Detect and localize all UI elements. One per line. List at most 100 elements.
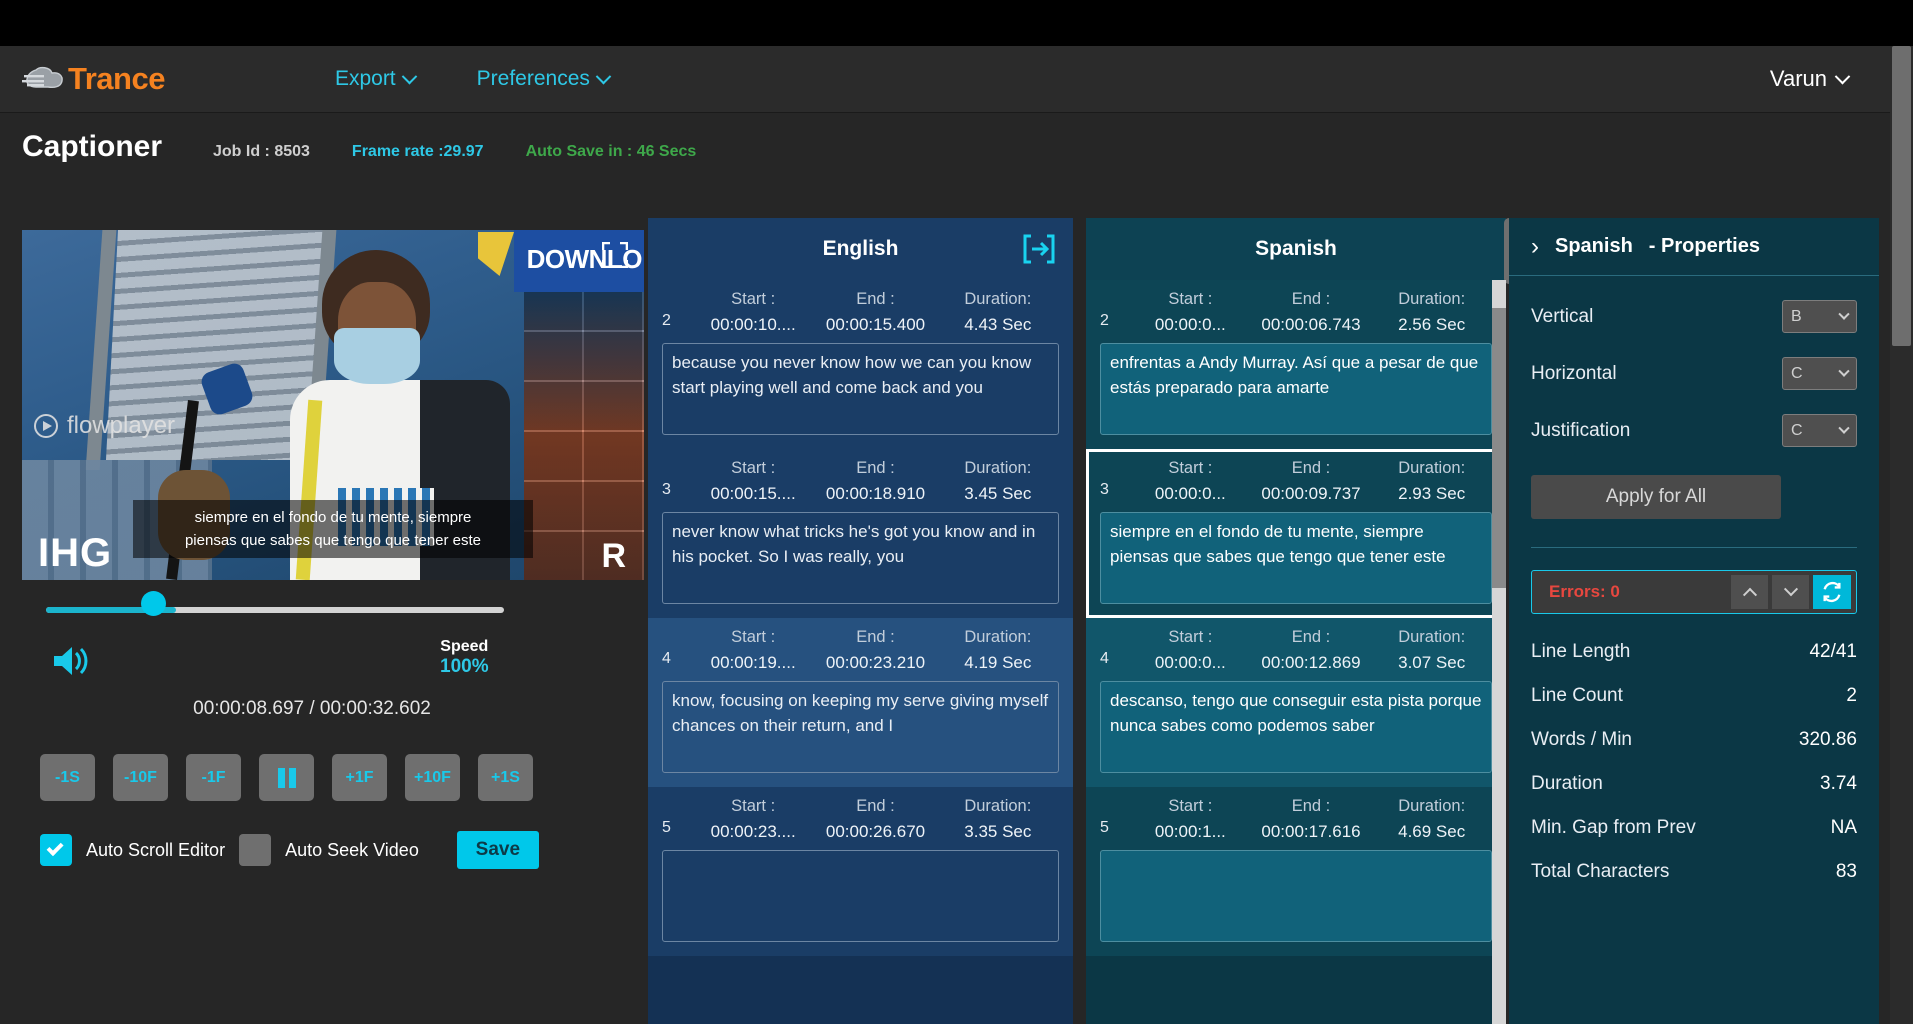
job-meta: Job Id : 8503 Frame rate :29.97 Auto Sav… [213, 143, 696, 161]
start-value[interactable]: 00:00:10.... [692, 315, 814, 335]
stat-row-words-per-min: Words / Min 320.86 [1531, 718, 1857, 762]
scrollbar-thumb[interactable] [1492, 308, 1506, 588]
spanish-caption-column: Spanish + 2 Start :00:00:0... End :00:00… [1086, 218, 1506, 1024]
save-button[interactable]: Save [457, 831, 539, 869]
auto-scroll-editor-label: Auto Scroll Editor [86, 840, 225, 861]
video-subtitle-overlay: siempre en el fondo de tu mente, siempre… [133, 500, 533, 559]
refresh-errors-button[interactable] [1813, 575, 1851, 609]
vertical-label: Vertical [1531, 306, 1593, 328]
property-row-vertical: Vertical B [1531, 300, 1857, 333]
caption-text-input[interactable]: siempre en el fondo de tu mente, siempre… [1100, 512, 1492, 604]
errors-panel: Errors: 0 [1531, 570, 1857, 614]
seek-back-10f-button[interactable]: -10F [113, 754, 168, 801]
caption-text-input[interactable]: descanso, tengo que conseguir esta pista… [1100, 681, 1492, 773]
page-scrollbar-thumb[interactable] [1892, 46, 1911, 346]
caption-row[interactable]: 2 Start :00:00:10.... End :00:00:15.400 … [648, 280, 1073, 449]
previous-error-button[interactable] [1731, 575, 1768, 609]
seek-bar[interactable] [22, 600, 644, 620]
horizontal-select[interactable]: C [1782, 357, 1857, 390]
video-subtitle-line-1: siempre en el fondo de tu mente, siempre [143, 506, 523, 529]
caption-text-input[interactable] [662, 850, 1059, 942]
user-menu[interactable]: Varun [1770, 66, 1848, 92]
caption-row[interactable]: 5 Start :00:00:1... End :00:00:17.616 Du… [1086, 787, 1506, 956]
justification-label: Justification [1531, 420, 1630, 442]
nav-preferences-menu[interactable]: Preferences [477, 67, 609, 91]
video-decor-screen [524, 292, 644, 580]
app-root: Trance Export Preferences Varun Captione… [0, 0, 1913, 1024]
start-value[interactable]: 00:00:0... [1130, 653, 1251, 673]
end-value[interactable]: 00:00:15.400 [814, 315, 936, 335]
seek-fwd-10f-button[interactable]: +10F [405, 754, 460, 801]
justification-select[interactable]: C [1782, 414, 1857, 447]
brand-logo[interactable]: Trance [22, 61, 165, 97]
spanish-caption-list[interactable]: 2 Start :00:00:0... End :00:00:06.743 Du… [1086, 280, 1506, 1024]
spanish-list-scrollbar[interactable] [1492, 280, 1506, 1024]
caption-row[interactable]: 3 Start :00:00:15.... End :00:00:18.910 … [648, 449, 1073, 618]
caption-text-input[interactable]: never know what tricks he's got you know… [662, 512, 1059, 604]
end-value[interactable]: 00:00:06.743 [1251, 315, 1372, 335]
nav-export-menu[interactable]: Export [335, 67, 415, 91]
auto-seek-video-checkbox[interactable] [239, 834, 271, 866]
caption-index: 3 [662, 459, 692, 499]
caption-index: 3 [1100, 459, 1130, 499]
video-player[interactable]: DOWNLO IHG R flowplayer [22, 230, 644, 580]
seek-back-1s-button[interactable]: -1S [40, 754, 95, 801]
end-value[interactable]: 00:00:12.869 [1251, 653, 1372, 673]
caption-text-input[interactable]: because you never know how we can you kn… [662, 343, 1059, 435]
duration-label: Duration: [1371, 797, 1492, 816]
stat-label: Line Length [1531, 641, 1630, 663]
seek-back-1f-button[interactable]: -1F [186, 754, 241, 801]
stat-row-duration: Duration 3.74 [1531, 762, 1857, 806]
vertical-select[interactable]: B [1782, 300, 1857, 333]
end-value[interactable]: 00:00:23.210 [814, 653, 936, 673]
start-value[interactable]: 00:00:15.... [692, 484, 814, 504]
export-arrow-icon[interactable] [1019, 230, 1059, 268]
end-value[interactable]: 00:00:18.910 [814, 484, 936, 504]
start-value[interactable]: 00:00:23.... [692, 822, 814, 842]
apply-for-all-button[interactable]: Apply for All [1531, 475, 1781, 519]
caption-row[interactable]: 4 Start :00:00:19.... End :00:00:23.210 … [648, 618, 1073, 787]
duration-label: Duration: [937, 797, 1059, 816]
playback-speed[interactable]: Speed 100% [440, 638, 489, 678]
caption-row-selected[interactable]: 3 Start :00:00:0... End :00:00:09.737 Du… [1086, 449, 1506, 618]
caption-text-input[interactable] [1100, 850, 1492, 942]
seek-fwd-1f-button[interactable]: +1F [332, 754, 387, 801]
volume-and-speed-row: Speed 100% [22, 642, 644, 688]
caption-row[interactable]: 5 Start :00:00:23.... End :00:00:26.670 … [648, 787, 1073, 956]
chevron-up-icon [1742, 588, 1756, 602]
seek-fwd-1s-button[interactable]: +1S [478, 754, 533, 801]
end-value[interactable]: 00:00:17.616 [1251, 822, 1372, 842]
sub-header: Captioner Job Id : 8503 Frame rate :29.9… [0, 113, 1890, 218]
end-label: End : [1251, 459, 1372, 478]
duration-value: 3.45 Sec [937, 484, 1059, 504]
errors-count: Errors: 0 [1537, 582, 1727, 602]
volume-icon[interactable] [50, 642, 90, 680]
start-value[interactable]: 00:00:0... [1130, 484, 1251, 504]
end-value[interactable]: 00:00:09.737 [1251, 484, 1372, 504]
start-value[interactable]: 00:00:1... [1130, 822, 1251, 842]
seek-handle[interactable] [141, 591, 166, 616]
pause-button[interactable] [259, 754, 314, 801]
time-display: 00:00:08.697 / 00:00:32.602 [22, 698, 602, 720]
caption-index: 5 [1100, 797, 1130, 837]
end-value[interactable]: 00:00:26.670 [814, 822, 936, 842]
next-error-button[interactable] [1772, 575, 1809, 609]
check-icon [46, 839, 63, 856]
fullscreen-icon[interactable] [602, 242, 628, 268]
auto-scroll-editor-checkbox[interactable] [40, 834, 72, 866]
caption-text-input[interactable]: enfrentas a Andy Murray. Así que a pesar… [1100, 343, 1492, 435]
caption-text-input[interactable]: know, focusing on keeping my serve givin… [662, 681, 1059, 773]
caption-row[interactable]: 4 Start :00:00:0... End :00:00:12.869 Du… [1086, 618, 1506, 787]
auto-save-timer: Auto Save in : 46 Secs [526, 143, 697, 161]
start-value[interactable]: 00:00:19.... [692, 653, 814, 673]
property-row-justification: Justification C [1531, 414, 1857, 447]
page-scrollbar[interactable] [1890, 46, 1913, 1024]
english-caption-list[interactable]: 2 Start :00:00:10.... End :00:00:15.400 … [648, 280, 1073, 1024]
collapse-panel-icon[interactable]: › [1531, 233, 1539, 261]
stat-value: 42/41 [1809, 641, 1857, 663]
caption-row[interactable]: 2 Start :00:00:0... End :00:00:06.743 Du… [1086, 280, 1506, 449]
start-value[interactable]: 00:00:0... [1130, 315, 1251, 335]
seek-track[interactable] [46, 607, 504, 613]
chevron-down-icon [596, 68, 612, 84]
stat-row-line-count: Line Count 2 [1531, 674, 1857, 718]
